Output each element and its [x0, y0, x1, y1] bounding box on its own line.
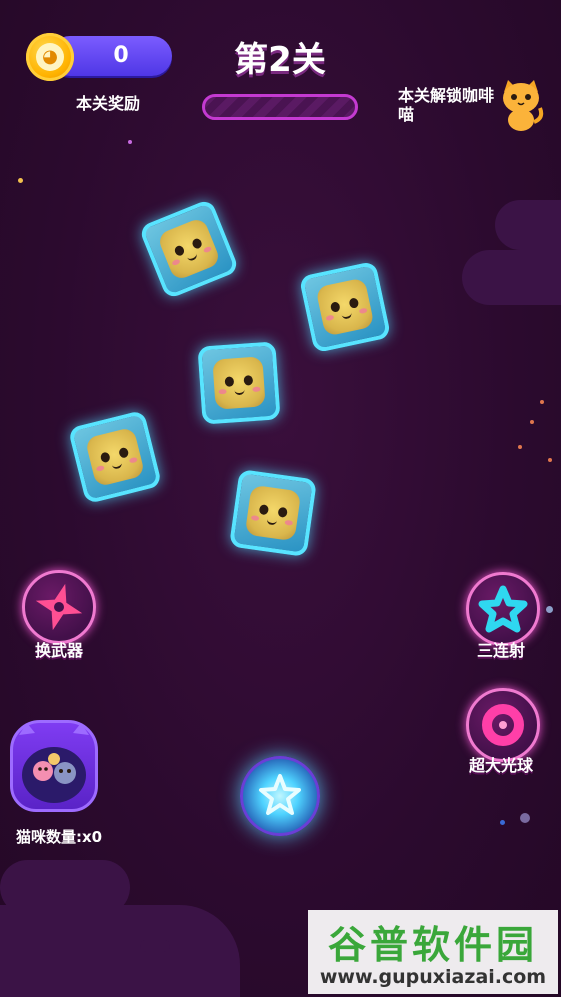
- creature-face: [244, 484, 302, 542]
- level-progress-bar: [202, 94, 358, 120]
- sparkle-dot: [500, 820, 505, 825]
- ice-block-creature: [298, 260, 392, 354]
- creature-face: [84, 426, 146, 488]
- sparkle-dot: [546, 606, 553, 613]
- donut-icon: [482, 704, 524, 746]
- background-cloud: [0, 905, 240, 997]
- sparkle-dot: [540, 400, 544, 404]
- big-ball-button[interactable]: [466, 688, 540, 762]
- watermark-url: www.gupuxiazai.com: [319, 966, 547, 988]
- reward-label: 本关奖励: [75, 94, 140, 113]
- sparkle-dot: [548, 458, 552, 462]
- change-weapon-label: 换武器: [34, 641, 83, 660]
- sparkle-dot: [518, 445, 522, 449]
- sparkle-dot: [520, 813, 530, 823]
- cat-count-label: 猫咪数量:x0: [16, 828, 103, 846]
- sparkle-dot: [18, 178, 23, 183]
- unlock-label: 本关解锁咖啡喵: [398, 86, 495, 124]
- background-cloud: [462, 250, 561, 305]
- triple-shot-label: 三连射: [476, 641, 525, 660]
- background-cloud: [140, 940, 170, 952]
- sparkle-dot: [128, 140, 132, 144]
- cat-house-button[interactable]: [10, 720, 98, 812]
- creature-face: [315, 277, 375, 337]
- ice-block-creature: [228, 468, 318, 558]
- owl-coin-icon: ◕: [26, 33, 74, 81]
- triple-shot-button[interactable]: [466, 572, 540, 646]
- big-ball-label: 超大光球: [468, 756, 533, 775]
- orange-cat-icon: [503, 80, 544, 131]
- creature-face: [156, 216, 222, 282]
- level-title: 第2关: [234, 40, 326, 80]
- launcher-button[interactable]: [240, 756, 320, 836]
- creature-face: [212, 356, 266, 410]
- site-watermark: 谷普软件园 www.gupuxiazai.com: [308, 910, 558, 994]
- ice-block-creature: [197, 341, 281, 425]
- watermark-title: 谷普软件园: [327, 923, 538, 967]
- game-stage: 0 ◕ 本关奖励 第2关 本关解锁咖啡喵 换武器 三连射 超大光球 猫咪数量:x…: [0, 0, 561, 997]
- ice-block-creature: [138, 198, 240, 300]
- star-icon: [478, 585, 528, 633]
- cat-pair-icon: [19, 723, 89, 803]
- change-weapon-button[interactable]: [22, 570, 96, 644]
- owl-face-icon: ◕: [36, 43, 64, 71]
- background-cloud: [495, 200, 561, 250]
- energy-star-icon: [259, 774, 301, 815]
- sparkle-dot: [530, 420, 534, 424]
- shuriken-icon: [35, 583, 83, 631]
- ice-block-creature: [67, 409, 163, 505]
